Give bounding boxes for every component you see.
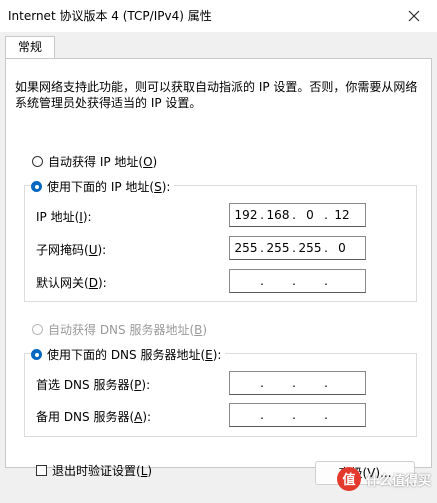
ip-address-octet-4[interactable]: 12 (330, 208, 354, 222)
radio-auto-ip[interactable]: 自动获得 IP 地址(O) (32, 153, 157, 170)
default-gateway-label: 默认网关(D): (36, 276, 107, 290)
subnet-mask-input[interactable]: 255. 255. 255. 0 (229, 236, 366, 260)
subnet-mask-label: 子网掩码(U): (36, 243, 107, 257)
radio-manual-dns-indicator[interactable] (31, 349, 42, 360)
radio-manual-dns[interactable]: 使用下面的 DNS 服务器地址(E): (31, 346, 226, 363)
radio-auto-dns-label: 自动获得 DNS 服务器地址(B) (48, 323, 208, 337)
default-gateway-input[interactable]: . . . (229, 269, 366, 293)
radio-manual-ip-indicator[interactable] (31, 181, 42, 192)
alternate-dns-label: 备用 DNS 服务器(A): (36, 410, 152, 424)
octet-separator: . (324, 408, 328, 422)
ip-address-octet-1[interactable]: 192 (234, 208, 258, 222)
octet-separator: . (260, 274, 264, 288)
window-title: Internet 协议版本 4 (TCP/IPv4) 属性 (8, 9, 212, 23)
octet-separator: . (324, 241, 328, 255)
subnet-mask-octet-1[interactable]: 255 (234, 241, 258, 255)
close-button[interactable] (391, 0, 437, 32)
radio-manual-ip-label: 使用下面的 IP 地址(S): (47, 180, 171, 194)
octet-separator: . (292, 376, 296, 390)
subnet-mask-octet-2[interactable]: 255 (266, 241, 290, 255)
close-icon (408, 10, 420, 22)
radio-auto-dns: 自动获得 DNS 服务器地址(B) (32, 321, 207, 338)
radio-auto-dns-indicator (32, 324, 43, 335)
octet-separator: . (260, 408, 264, 422)
octet-separator: . (292, 241, 296, 255)
radio-auto-ip-indicator[interactable] (32, 156, 43, 167)
validate-on-exit-checkbox[interactable] (36, 465, 47, 476)
octet-separator: . (260, 376, 264, 390)
octet-separator: . (292, 408, 296, 422)
radio-auto-ip-label: 自动获得 IP 地址(O) (48, 155, 158, 169)
preferred-dns-input[interactable]: . . . (229, 371, 366, 395)
octet-separator: . (260, 241, 264, 255)
title-bar: Internet 协议版本 4 (TCP/IPv4) 属性 (0, 0, 437, 32)
octet-separator: . (260, 208, 264, 222)
octet-separator: . (324, 274, 328, 288)
ip-address-label: IP 地址(I): (36, 210, 92, 224)
octet-separator: . (292, 208, 296, 222)
radio-manual-dns-label: 使用下面的 DNS 服务器地址(E): (47, 348, 222, 362)
octet-separator: . (324, 376, 328, 390)
ip-address-octet-3[interactable]: 0 (298, 208, 322, 222)
octet-separator: . (324, 208, 328, 222)
advanced-button[interactable]: 高级(V)... (315, 461, 415, 485)
preferred-dns-label: 首选 DNS 服务器(P): (36, 378, 151, 392)
ip-address-octet-2[interactable]: 168 (266, 208, 290, 222)
subnet-mask-octet-3[interactable]: 255 (298, 241, 322, 255)
octet-separator: . (292, 274, 296, 288)
description-text: 如果网络支持此功能，则可以获取自动指派的 IP 设置。否则，你需要从网络系统管理… (15, 80, 418, 110)
ip-address-input[interactable]: 192. 168. 0. 12 (229, 203, 366, 227)
tab-general[interactable]: 常规 (5, 36, 55, 59)
alternate-dns-input[interactable]: . . . (229, 403, 366, 427)
tab-strip: 常规 (0, 32, 437, 59)
validate-on-exit-checkbox-row[interactable]: 退出时验证设置(L) (36, 462, 152, 479)
validate-on-exit-label: 退出时验证设置(L) (52, 464, 153, 478)
radio-manual-ip[interactable]: 使用下面的 IP 地址(S): (31, 178, 175, 195)
subnet-mask-octet-4[interactable]: 0 (330, 241, 354, 255)
